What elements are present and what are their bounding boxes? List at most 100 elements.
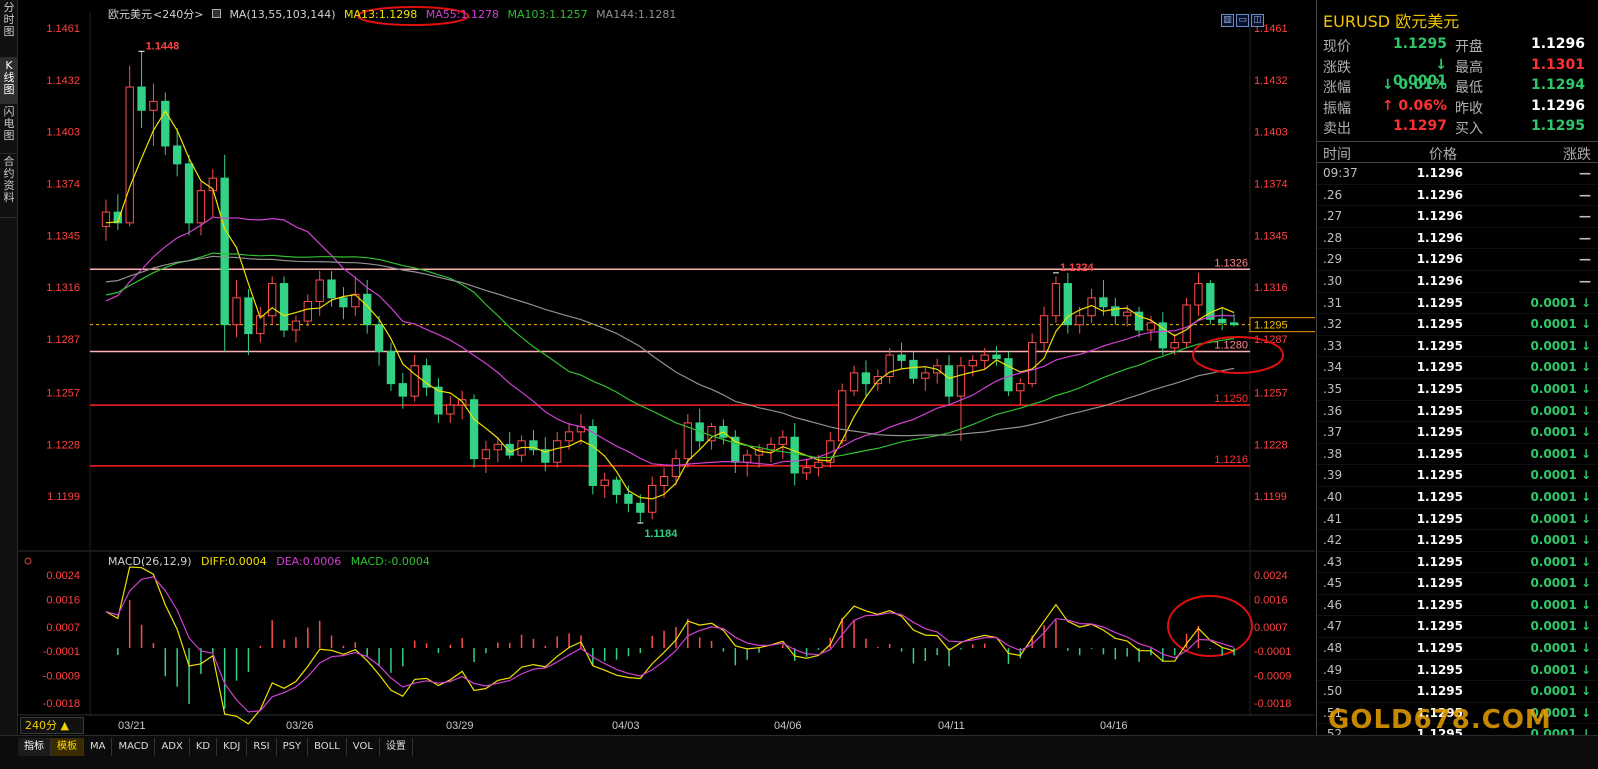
candle-body: [814, 461, 823, 469]
tab-kline[interactable]: K 线 图: [0, 58, 18, 104]
date-tick: 03/21: [118, 720, 146, 732]
candle-body: [339, 297, 348, 308]
macd-tick-right: -0.0009: [1254, 671, 1291, 683]
candle-body: [232, 297, 241, 326]
indicator-tab-3[interactable]: MACD: [112, 738, 156, 756]
indicator-tab-5[interactable]: KD: [190, 738, 218, 756]
candle-body: [553, 440, 562, 463]
trading-app: 分 时 图 K 线 图 闪 电 图 合 约 资 料 1.1461 1.1461 1.…: [0, 0, 1598, 769]
period-selector[interactable]: 240分 ▲: [20, 717, 84, 734]
quote-label: 最高: [1455, 59, 1483, 76]
tick-time: .34: [1323, 360, 1343, 375]
date-tick: 04/11: [938, 720, 965, 732]
tick-price: 1.1295: [1416, 641, 1463, 656]
candle-body: [161, 100, 170, 147]
diff-value: DIFF:0.0004: [201, 555, 267, 568]
candle-body: [1028, 342, 1037, 385]
tick-row: .39 1.1295 0.0001 ↓: [1317, 465, 1598, 487]
indicator-tab-10[interactable]: VOL: [347, 738, 380, 756]
macd-label: MACD(26,12,9): [108, 555, 192, 568]
indicator-tab-4[interactable]: ADX: [155, 738, 190, 756]
chart-icon[interactable]: ▥: [1221, 14, 1234, 27]
candle-body: [268, 283, 277, 317]
tick-row: .48 1.1295 0.0001 ↓: [1317, 638, 1598, 660]
macd-tick-right: 0.0024: [1254, 570, 1288, 582]
candle-body: [351, 293, 360, 308]
extreme-price-label: 1.1184: [644, 528, 678, 540]
tab-flash-chart[interactable]: 闪 电 图: [0, 104, 18, 154]
tick-row: .33 1.1295 0.0001 ↓: [1317, 336, 1598, 358]
quote-label: 昨收: [1455, 100, 1483, 117]
chart-toolbar: ▥ ▭ ◫: [1221, 7, 1266, 27]
candle-body: [956, 365, 966, 397]
kline-chart[interactable]: 1.1461 1.1461 1.1432 1.1432 1.1403 1.1403 1.13…: [18, 0, 1315, 735]
candle-body: [469, 399, 479, 460]
indicator-tab-2[interactable]: MA: [84, 738, 113, 756]
tick-list[interactable]: 09:37 1.1296 — .26 1.1296 — .27 1.1296 — .28 1.129…: [1317, 163, 1598, 747]
dea-line: [105, 576, 1235, 713]
price-tick-left: 1.1432: [46, 75, 80, 87]
date-tick: 04/16: [1100, 720, 1128, 732]
tick-time: .39: [1323, 468, 1343, 483]
price-tick-left: 1.1228: [46, 439, 80, 451]
dea-value: DEA:0.0006: [276, 555, 342, 568]
extreme-price-label: 1.1324: [1060, 262, 1095, 274]
indicator-tab-8[interactable]: PSY: [277, 738, 309, 756]
candle-body: [374, 324, 384, 352]
macd-value: MACD:-0.0004: [350, 555, 430, 568]
candle-body: [1146, 322, 1156, 331]
price-tick-right: 1.1257: [1254, 388, 1288, 400]
indicator-tab-9[interactable]: BOLL: [308, 738, 347, 756]
price-tick-left: 1.1403: [46, 127, 80, 139]
tab-contract-info[interactable]: 合 约 资 料: [0, 154, 18, 218]
quote-row: 卖出 1.1297 买入 1.1295: [1317, 118, 1598, 139]
extreme-price-label: 1.1448: [146, 40, 180, 52]
candle-body: [1123, 311, 1132, 317]
chart-type-tabs: 分 时 图 K 线 图 闪 电 图 合 约 资 料: [0, 0, 18, 735]
price-tick-right: 1.1199: [1254, 491, 1287, 503]
candle-body: [1063, 283, 1072, 326]
price-tick-right: 1.1432: [1254, 75, 1288, 87]
price-tick-left: 1.1199: [47, 491, 80, 503]
indicator-tab-1[interactable]: 模板: [51, 738, 84, 756]
level-label: 1.1216: [1214, 454, 1248, 466]
ma-settings-icon[interactable]: [211, 9, 221, 18]
indicator-tab-6[interactable]: KDJ: [217, 738, 248, 756]
tick-change: —: [1579, 187, 1591, 202]
minimize-icon[interactable]: ▭: [1236, 14, 1249, 27]
indicator-tab-7[interactable]: RSI: [247, 738, 277, 756]
tick-time: .37: [1323, 425, 1343, 440]
tick-time: .27: [1323, 209, 1343, 224]
restore-icon[interactable]: ◫: [1251, 14, 1264, 27]
tick-price: 1.1295: [1416, 360, 1463, 375]
quote-label: 卖出: [1323, 121, 1351, 138]
tick-change: 0.0001 ↓: [1530, 597, 1591, 612]
candle-body: [1051, 283, 1061, 317]
quote-label: 开盘: [1455, 39, 1483, 55]
price-tick-left: 1.1374: [46, 179, 80, 191]
tick-header-change: 涨跌: [1563, 147, 1591, 163]
kline-svg: 1.1461 1.14611.1432 1.14321.1403 1.14031.13…: [18, 6, 1315, 732]
ma55-line: [105, 216, 1235, 467]
tick-price: 1.1295: [1416, 684, 1463, 699]
tick-header: 时间 价格 涨跌: [1317, 141, 1598, 163]
date-tick: 04/06: [774, 720, 802, 732]
candle-body: [291, 320, 301, 331]
indicator-tab-11[interactable]: 设置: [380, 738, 413, 756]
tick-time: .33: [1323, 338, 1343, 353]
macd-tick-left: 0.0007: [46, 622, 80, 634]
candle-body: [778, 436, 787, 445]
candle-body: [315, 279, 324, 302]
tick-time: .43: [1323, 554, 1343, 569]
tick-time: .47: [1323, 619, 1343, 634]
candle-body: [600, 479, 609, 486]
tick-price: 1.1295: [1416, 533, 1463, 548]
tick-price: 1.1295: [1416, 295, 1463, 310]
macd-tick-right: 0.0007: [1254, 622, 1288, 634]
indicator-tab-0[interactable]: 指标: [18, 738, 51, 756]
tick-row: .34 1.1295 0.0001 ↓: [1317, 357, 1598, 379]
tick-time: .31: [1323, 295, 1343, 310]
tick-price: 1.1295: [1416, 489, 1463, 504]
tab-time-share[interactable]: 分 时 图: [0, 0, 18, 58]
candle-body: [1099, 297, 1108, 308]
